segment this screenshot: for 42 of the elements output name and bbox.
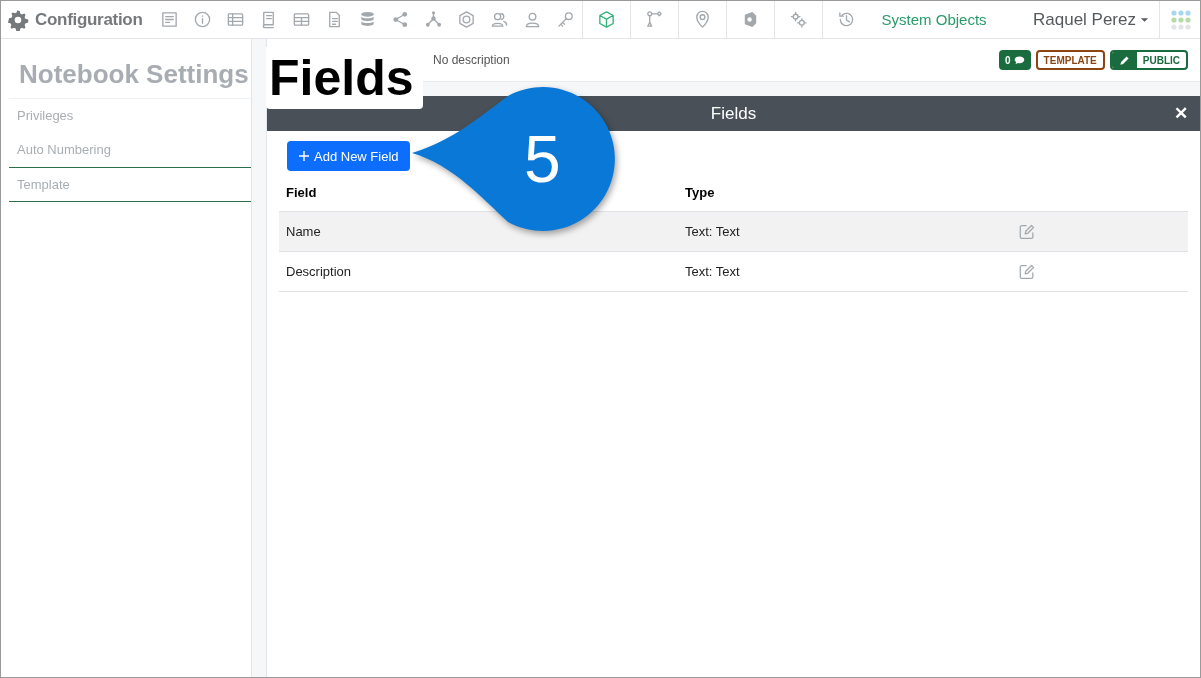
network-icon[interactable] xyxy=(423,10,443,29)
sidebar-title: Notebook Settings xyxy=(9,39,251,99)
user-menu[interactable]: Raquel Perez xyxy=(1023,9,1159,30)
app-title: Configuration xyxy=(35,9,143,30)
app-grid-icon[interactable] xyxy=(1171,9,1191,30)
column-header: Field xyxy=(285,185,318,200)
grid-table-icon[interactable] xyxy=(291,10,311,29)
cube-icon[interactable] xyxy=(596,10,616,29)
close-button[interactable]: ✕ xyxy=(1168,102,1194,125)
users-icon[interactable] xyxy=(489,10,509,29)
public-badge[interactable]: PUBLIC xyxy=(1109,50,1188,70)
speech-bubble-icon xyxy=(1013,54,1025,66)
table-row[interactable]: Description Text: Text xyxy=(279,252,1188,292)
plus-icon xyxy=(298,150,310,162)
table-cell-text: Name xyxy=(285,224,322,239)
history-icon[interactable] xyxy=(836,10,856,29)
step-number: 5 xyxy=(524,123,561,195)
table-cell-text: Description xyxy=(285,264,353,279)
panel-title: Fields xyxy=(710,103,757,124)
description-text: No description xyxy=(433,53,510,67)
edit-icon[interactable] xyxy=(1018,222,1036,241)
hexagon-badge-icon[interactable] xyxy=(456,10,476,29)
comment-count-badge[interactable]: 0 xyxy=(999,50,1031,70)
add-new-field-button[interactable]: Add New Field xyxy=(287,141,410,171)
system-objects-link[interactable]: System Objects xyxy=(869,11,999,28)
table-cell-text: Text: Text xyxy=(684,224,741,239)
pencil-icon xyxy=(1118,54,1130,66)
callout-label: Fields xyxy=(266,47,424,109)
info-icon[interactable] xyxy=(192,10,212,29)
branch-icon[interactable] xyxy=(644,10,664,29)
gears-icon[interactable] xyxy=(788,10,808,29)
gear-icon xyxy=(7,8,29,31)
template-badge: TEMPLATE xyxy=(1035,50,1105,70)
table-row[interactable]: Name Text: Text xyxy=(279,212,1188,252)
form-icon[interactable] xyxy=(159,10,179,29)
edit-icon[interactable] xyxy=(1018,262,1036,281)
table-icon[interactable] xyxy=(225,10,245,29)
table-cell-text: Text: Text xyxy=(684,264,741,279)
column-header: Type xyxy=(684,185,716,200)
share-icon[interactable] xyxy=(390,10,410,29)
key-icon[interactable] xyxy=(555,10,575,29)
caret-icon xyxy=(1140,16,1149,23)
